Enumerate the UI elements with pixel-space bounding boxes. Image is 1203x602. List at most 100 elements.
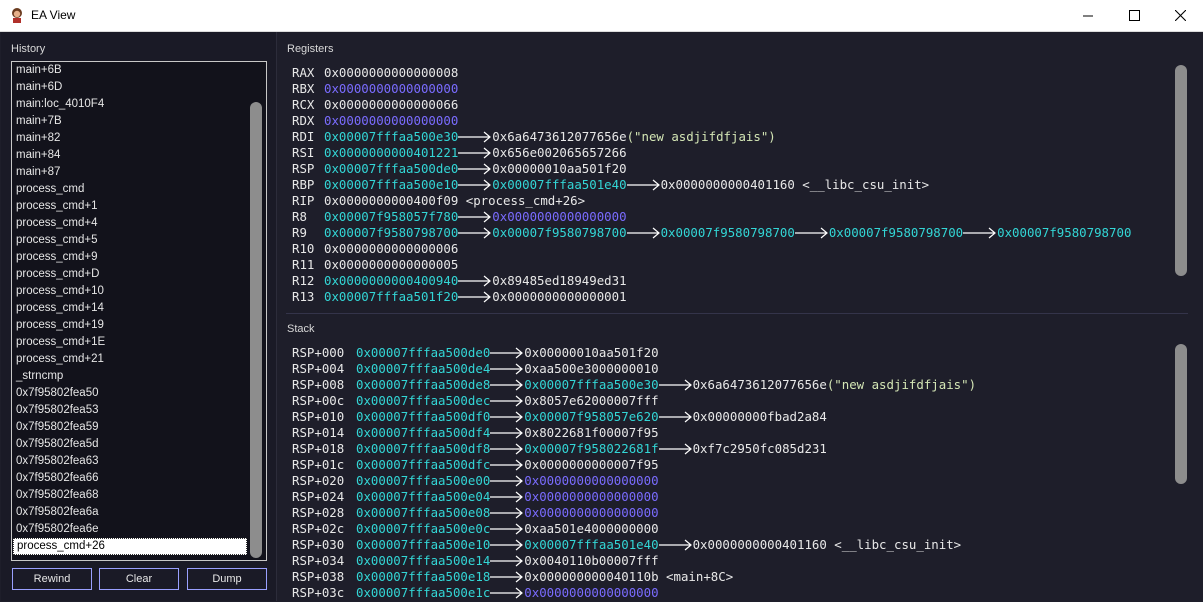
pointer-value[interactable]: 0x00007f9580798700 [661,225,795,241]
rewind-button[interactable]: Rewind [12,568,92,590]
pointer-value[interactable]: 0x00007fffaa500df4 [356,425,490,441]
pointer-value: 0x0000000000000008 [324,65,459,80]
symbol-annotation: <__libc_csu_init> [826,537,962,552]
history-item[interactable]: 0x7f95802fea6e [12,521,266,538]
stack-row: RSP+038 0x00007fffaa500e18 0x0000000000401… [292,569,1174,585]
registers-scrollbar[interactable] [1175,65,1187,276]
history-item[interactable]: _strncmp [12,368,266,385]
history-item[interactable]: main+82 [12,130,266,147]
history-item[interactable]: main:loc_4010F4 [12,96,266,113]
pointer-value[interactable]: 0x00007fffaa500dec [356,393,490,409]
registers-row: RDI 0x00007fffaa500e30 0x6a6473612077656e(… [292,129,1174,145]
history-item[interactable]: 0x7f95802fea59 [12,419,266,436]
pointer-value[interactable]: 0x00007fffaa500df0 [356,409,490,425]
history-item[interactable]: process_cmd+1 [12,198,266,215]
history-item[interactable]: process_cmd+14 [12,300,266,317]
pointer-value[interactable]: 0x0000000000000000 [324,81,458,97]
pointer-value[interactable]: 0x00007f958057e620 [524,409,658,425]
pointer-value[interactable]: 0x00007fffaa500e18 [356,569,490,585]
stack-name: RSP+030 [292,537,345,552]
history-item[interactable]: 0x7f95802fea53 [12,402,266,419]
pointer-value[interactable]: 0x00007fffaa500df8 [356,441,490,457]
close-button[interactable] [1157,0,1203,31]
history-item[interactable]: 0x7f95802fea63 [12,453,266,470]
pointer-value[interactable]: 0x0000000000000000 [324,113,458,129]
history-item[interactable]: main+87 [12,164,266,181]
close-icon [1174,10,1186,21]
history-item[interactable]: main+84 [12,147,266,164]
registers-row: R8 0x00007f958057f780 0x0000000000000000 [292,209,1174,225]
registers-row: RBX 0x0000000000000000 [292,81,1174,97]
pointer-value[interactable]: 0x00007f9580798700 [829,225,963,241]
pointer-value[interactable]: 0x00007fffaa500e10 [356,537,490,553]
minimize-button[interactable] [1065,0,1111,31]
window-title: EA View [31,8,76,22]
history-item[interactable]: 0x7f95802fea5d [12,436,266,453]
history-item[interactable]: process_cmd+4 [12,215,266,232]
clear-button[interactable]: Clear [99,568,179,590]
pointer-value[interactable]: 0x00007fffaa500de4 [356,361,490,377]
history-item[interactable]: process_cmd+1E [12,334,266,351]
pointer-value[interactable]: 0x00007fffaa500e30 [324,129,458,145]
app-icon [12,8,22,23]
history-item[interactable]: main+7B [12,113,266,130]
pointer-value[interactable]: 0x0000000000000000 [492,209,626,225]
history-item[interactable]: process_cmd+19 [12,317,266,334]
pointer-value[interactable]: 0x0000000000000000 [524,505,658,521]
history-scrollbar[interactable] [250,102,262,558]
pointer-value[interactable]: 0x00007f958022681f [524,441,658,457]
pointer-value[interactable]: 0x0000000000000000 [524,489,658,505]
pointer-value[interactable]: 0x00007f9580798700 [324,225,458,241]
history-item[interactable]: 0x7f95802fea68 [12,487,266,504]
pointer-value[interactable]: 0x00007fffaa500de8 [356,377,490,393]
history-item[interactable]: main+6B [12,62,266,79]
registers-name: R11 [292,257,315,272]
pointer-value[interactable]: 0x00007fffaa500de0 [324,161,458,177]
history-item[interactable]: process_cmd+D [12,266,266,283]
history-item[interactable]: 0x7f95802fea6a [12,504,266,521]
history-item[interactable]: process_cmd+5 [12,232,266,249]
pointer-value[interactable]: 0x00007fffaa500de0 [356,345,490,361]
history-item[interactable]: process_cmd+10 [12,283,266,300]
pointer-value[interactable]: 0x00007fffaa500dfc [356,457,490,473]
pointer-value[interactable]: 0x00007fffaa500e30 [524,377,658,393]
history-item[interactable]: 0x7f95802fea50 [12,385,266,402]
pointer-value[interactable]: 0x00007fffaa500e00 [356,473,490,489]
maximize-button[interactable] [1111,0,1157,31]
pointer-value[interactable]: 0x00007fffaa500e04 [356,489,490,505]
pointer-value: 0x6a6473612077656e [492,129,627,144]
pointer-value[interactable]: 0x00007f958057f780 [324,209,458,225]
pointer-value: 0x00000010aa501f20 [492,161,627,176]
pointer-value[interactable]: 0x00007fffaa500e10 [324,177,458,193]
pointer-value[interactable]: 0x0000000000400940 [324,273,458,289]
pointer-value[interactable]: 0x00007fffaa500e08 [356,505,490,521]
pointer-value[interactable]: 0x00007fffaa500e14 [356,553,490,569]
history-item[interactable]: process_cmd+21 [12,351,266,368]
stack-view[interactable]: RSP+000 0x00007fffaa500de0 0x00000010aa501… [292,345,1174,602]
pointer-value[interactable]: 0x00007fffaa501e40 [492,177,626,193]
history-item[interactable]: process_cmd [12,181,266,198]
pointer-arrow-icon [490,427,524,439]
dump-button[interactable]: Dump [187,568,267,590]
pointer-value[interactable]: 0x0000000000401221 [324,145,458,161]
pointer-value[interactable]: 0x00007fffaa500e0c [356,521,490,537]
pointer-value[interactable]: 0x00007f9580798700 [492,225,626,241]
pointer-value[interactable]: 0x00007fffaa500e1c [356,585,490,601]
history-item[interactable]: process_cmd+9 [12,249,266,266]
registers-view[interactable]: RAX 0x0000000000000008 RBX 0x00000000000000… [292,65,1174,312]
pointer-value[interactable]: 0x0000000000000000 [524,585,658,601]
history-item[interactable]: process_cmd+26 [13,538,247,555]
pointer-value[interactable]: 0x00007fffaa501f20 [324,289,458,305]
history-item[interactable]: main+6D [12,79,266,96]
stack-scrollbar[interactable] [1175,344,1187,484]
symbol-annotation: <main+8C> [658,569,734,584]
pointer-value: 0x0000000000000001 [492,289,627,304]
history-list[interactable]: main+6B main+6D main:loc_4010F4 main+7B main… [11,61,267,561]
stack-name: RSP+01c [292,457,345,472]
registers-name: RIP [292,193,315,208]
history-item[interactable]: 0x7f95802fea66 [12,470,266,487]
pointer-value[interactable]: 0x00007fffaa501e40 [524,537,658,553]
pointer-value[interactable]: 0x00007f9580798700 [997,225,1131,241]
stack-row: RSP+024 0x00007fffaa500e04 0x0000000000000… [292,489,1174,505]
pointer-value[interactable]: 0x0000000000000000 [524,473,658,489]
